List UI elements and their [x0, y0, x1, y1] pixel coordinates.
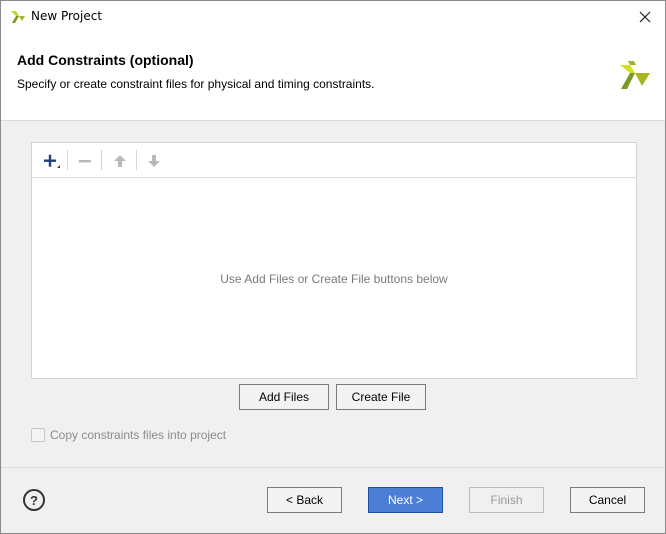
close-icon	[639, 11, 651, 22]
title-bar: New Project	[1, 1, 665, 32]
move-down-button[interactable]	[142, 150, 166, 172]
toolbar-separator	[136, 150, 137, 170]
app-logo-icon	[11, 11, 25, 23]
page-title: Add Constraints (optional)	[17, 52, 194, 68]
file-toolbar	[32, 143, 636, 178]
window-title: New Project	[31, 9, 103, 23]
page-subtitle: Specify or create constraint files for p…	[17, 77, 375, 91]
close-button[interactable]	[625, 1, 665, 32]
next-button[interactable]: Next >	[368, 487, 443, 513]
help-button[interactable]: ?	[23, 489, 45, 511]
arrow-up-icon	[114, 155, 126, 167]
arrow-down-icon	[148, 155, 160, 167]
toolbar-separator	[101, 150, 102, 170]
cancel-button[interactable]: Cancel	[570, 487, 645, 513]
copy-constraints-label: Copy constraints files into project	[50, 428, 227, 442]
move-up-button[interactable]	[108, 150, 132, 172]
add-button[interactable]	[38, 150, 62, 172]
back-button[interactable]: < Back	[267, 487, 342, 513]
remove-button[interactable]	[73, 150, 97, 172]
copy-constraints-checkbox[interactable]	[31, 428, 45, 442]
page-header: Add Constraints (optional) Specify or cr…	[1, 32, 665, 121]
copy-constraints-option: Copy constraints files into project	[31, 427, 226, 443]
add-files-button[interactable]: Add Files	[239, 384, 329, 410]
constraint-files-panel: Use Add Files or Create File buttons bel…	[31, 142, 637, 379]
plus-icon	[44, 154, 60, 168]
create-file-button[interactable]: Create File	[336, 384, 426, 410]
empty-list-message: Use Add Files or Create File buttons bel…	[220, 272, 448, 286]
new-project-dialog: New Project Add Constraints (optional) S…	[0, 0, 666, 534]
vendor-logo-icon	[620, 61, 650, 89]
finish-button[interactable]: Finish	[469, 487, 544, 513]
toolbar-separator	[67, 150, 68, 170]
minus-icon	[79, 160, 91, 163]
footer-divider	[1, 467, 665, 468]
